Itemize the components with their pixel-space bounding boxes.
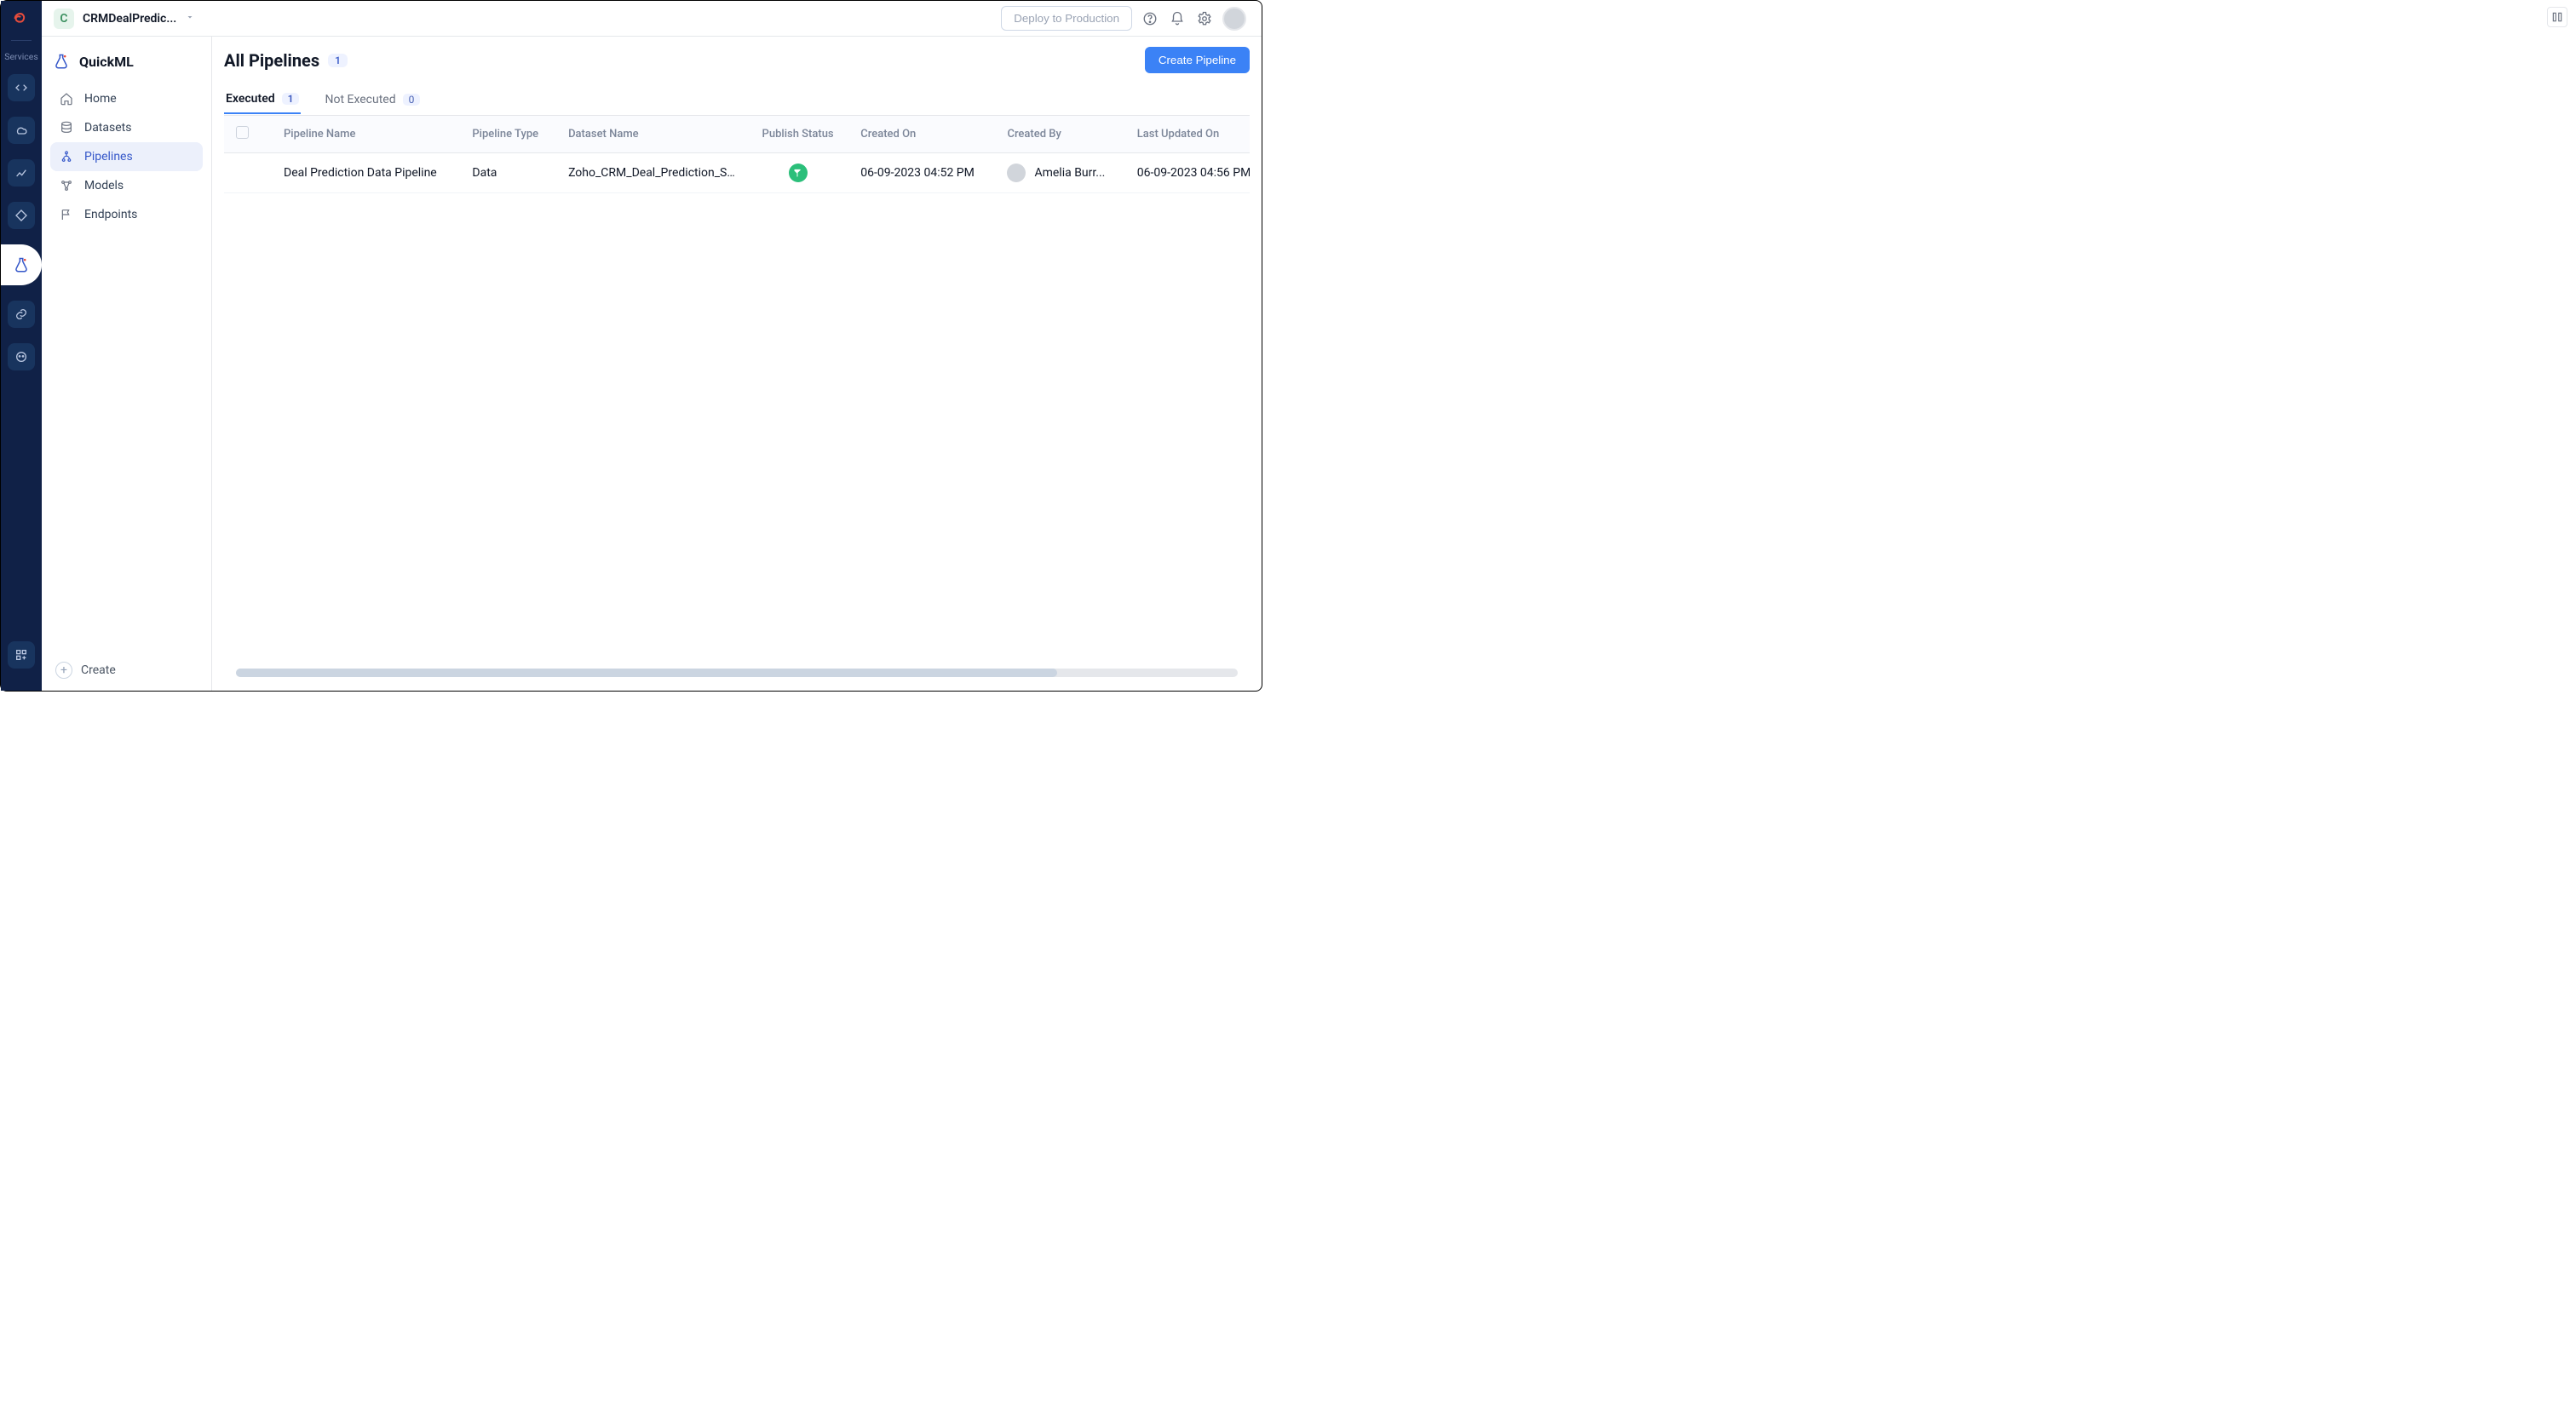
col-dataset-name[interactable]: Dataset Name [556,116,747,153]
pipeline-icon [59,149,74,164]
cell-last-updated: 06-09-2023 04:56 PM [1125,153,1250,193]
brand-name: QuickML [79,54,134,70]
plus-icon: + [55,662,72,679]
tab-not-executed[interactable]: Not Executed 0 [323,85,422,114]
diamond-icon [14,209,28,222]
col-pipeline-type[interactable]: Pipeline Type [460,116,556,153]
chart-icon [14,166,28,180]
rail-item-quickml[interactable] [1,244,42,285]
notifications-icon[interactable] [1168,9,1187,28]
bot-icon [14,350,28,364]
user-avatar-small [1007,164,1026,182]
col-created-by[interactable]: Created By [995,116,1124,153]
rail-item-cloud[interactable] [8,117,35,144]
project-selector[interactable]: C CRMDealPredic... [54,9,195,29]
sidebar-item-label: Pipelines [84,150,133,164]
pipelines-panel: All Pipelines 1 Create Pipeline Executed… [212,37,1262,691]
sidebar-item-label: Datasets [84,121,131,135]
cell-dataset-name: Zoho_CRM_Deal_Prediction_Sa... [556,153,747,193]
col-publish-status[interactable]: Publish Status [747,116,848,153]
top-bar: C CRMDealPredic... Deploy to Production [42,1,1262,37]
tab-label: Not Executed [325,93,395,106]
quickml-sidebar: QuickML Home Datasets [42,37,212,691]
code-icon [14,81,28,95]
sidebar-item-models[interactable]: Models [50,171,203,200]
sidebar-item-datasets[interactable]: Datasets [50,113,203,142]
app-logo [10,8,32,30]
flag-icon [59,207,74,222]
col-pipeline-name[interactable]: Pipeline Name [272,116,460,153]
sidebar-item-label: Endpoints [84,208,137,221]
col-created-on[interactable]: Created On [848,116,995,153]
services-label: Services [4,51,38,62]
flask-icon [13,256,30,273]
sidebar-item-pipelines[interactable]: Pipelines [50,142,203,171]
apps-grid-icon [14,648,28,662]
sidebar-item-label: Models [84,179,124,192]
swirl-icon [12,9,31,28]
chevron-down-icon [185,12,195,26]
project-name: CRMDealPredic... [83,12,176,26]
cell-created-by: Amelia Burr... [1007,164,1113,182]
rail-item-metrics[interactable] [8,159,35,187]
create-button[interactable]: + Create [50,657,203,680]
main-column: C CRMDealPredic... Deploy to Production [42,1,1262,691]
create-label: Create [81,663,116,677]
cell-pipeline-type: Data [460,153,556,193]
home-icon [59,91,74,106]
sidebar-item-home[interactable]: Home [50,84,203,113]
scroll-thumb[interactable] [236,669,1057,677]
created-by-name: Amelia Burr... [1034,166,1105,180]
sidebar-item-label: Home [84,92,117,106]
rail-divider [11,40,32,41]
cell-created-on: 06-09-2023 04:52 PM [848,153,995,193]
tab-label: Executed [226,92,275,106]
help-icon[interactable] [1141,9,1159,28]
col-last-updated[interactable]: Last Updated On [1125,116,1250,153]
flask-icon [52,52,71,71]
project-chip: C [54,9,74,29]
status-ok-icon [789,164,808,182]
tab-count-badge: 0 [403,94,421,106]
select-all-checkbox[interactable] [236,126,249,139]
link-icon [14,307,28,321]
rail-item-bot[interactable] [8,343,35,370]
rail-item-integrations[interactable] [8,301,35,328]
pipelines-table-scroll[interactable]: Pipeline Name Pipeline Type Dataset Name… [224,115,1250,665]
table-head: Pipeline Name Pipeline Type Dataset Name… [224,116,1250,153]
tab-count-badge: 1 [282,93,300,105]
sidebar-item-endpoints[interactable]: Endpoints [50,200,203,229]
status-tabs: Executed 1 Not Executed 0 [224,85,1250,115]
page-title: All Pipelines [224,50,319,71]
cloud-icon [14,123,28,137]
database-icon [59,120,74,135]
services-rail: Services [1,1,42,691]
brand: QuickML [50,47,203,84]
rail-item-apps[interactable] [8,641,35,669]
models-icon [59,178,74,193]
total-count-badge: 1 [328,54,348,67]
settings-icon[interactable] [1195,9,1214,28]
table-row[interactable]: Deal Prediction Data Pipeline Data Zoho_… [224,153,1250,193]
user-avatar[interactable] [1222,7,1246,31]
deploy-button[interactable]: Deploy to Production [1001,6,1132,31]
horizontal-scrollbar[interactable] [236,669,1238,677]
pipelines-table: Pipeline Name Pipeline Type Dataset Name… [224,116,1250,193]
rail-item-code[interactable] [8,74,35,101]
rail-item-workflow[interactable] [8,202,35,229]
tab-executed[interactable]: Executed 1 [224,85,301,114]
cell-pipeline-name: Deal Prediction Data Pipeline [272,153,460,193]
panel-header: All Pipelines 1 Create Pipeline [224,47,1250,73]
create-pipeline-button[interactable]: Create Pipeline [1145,47,1250,73]
